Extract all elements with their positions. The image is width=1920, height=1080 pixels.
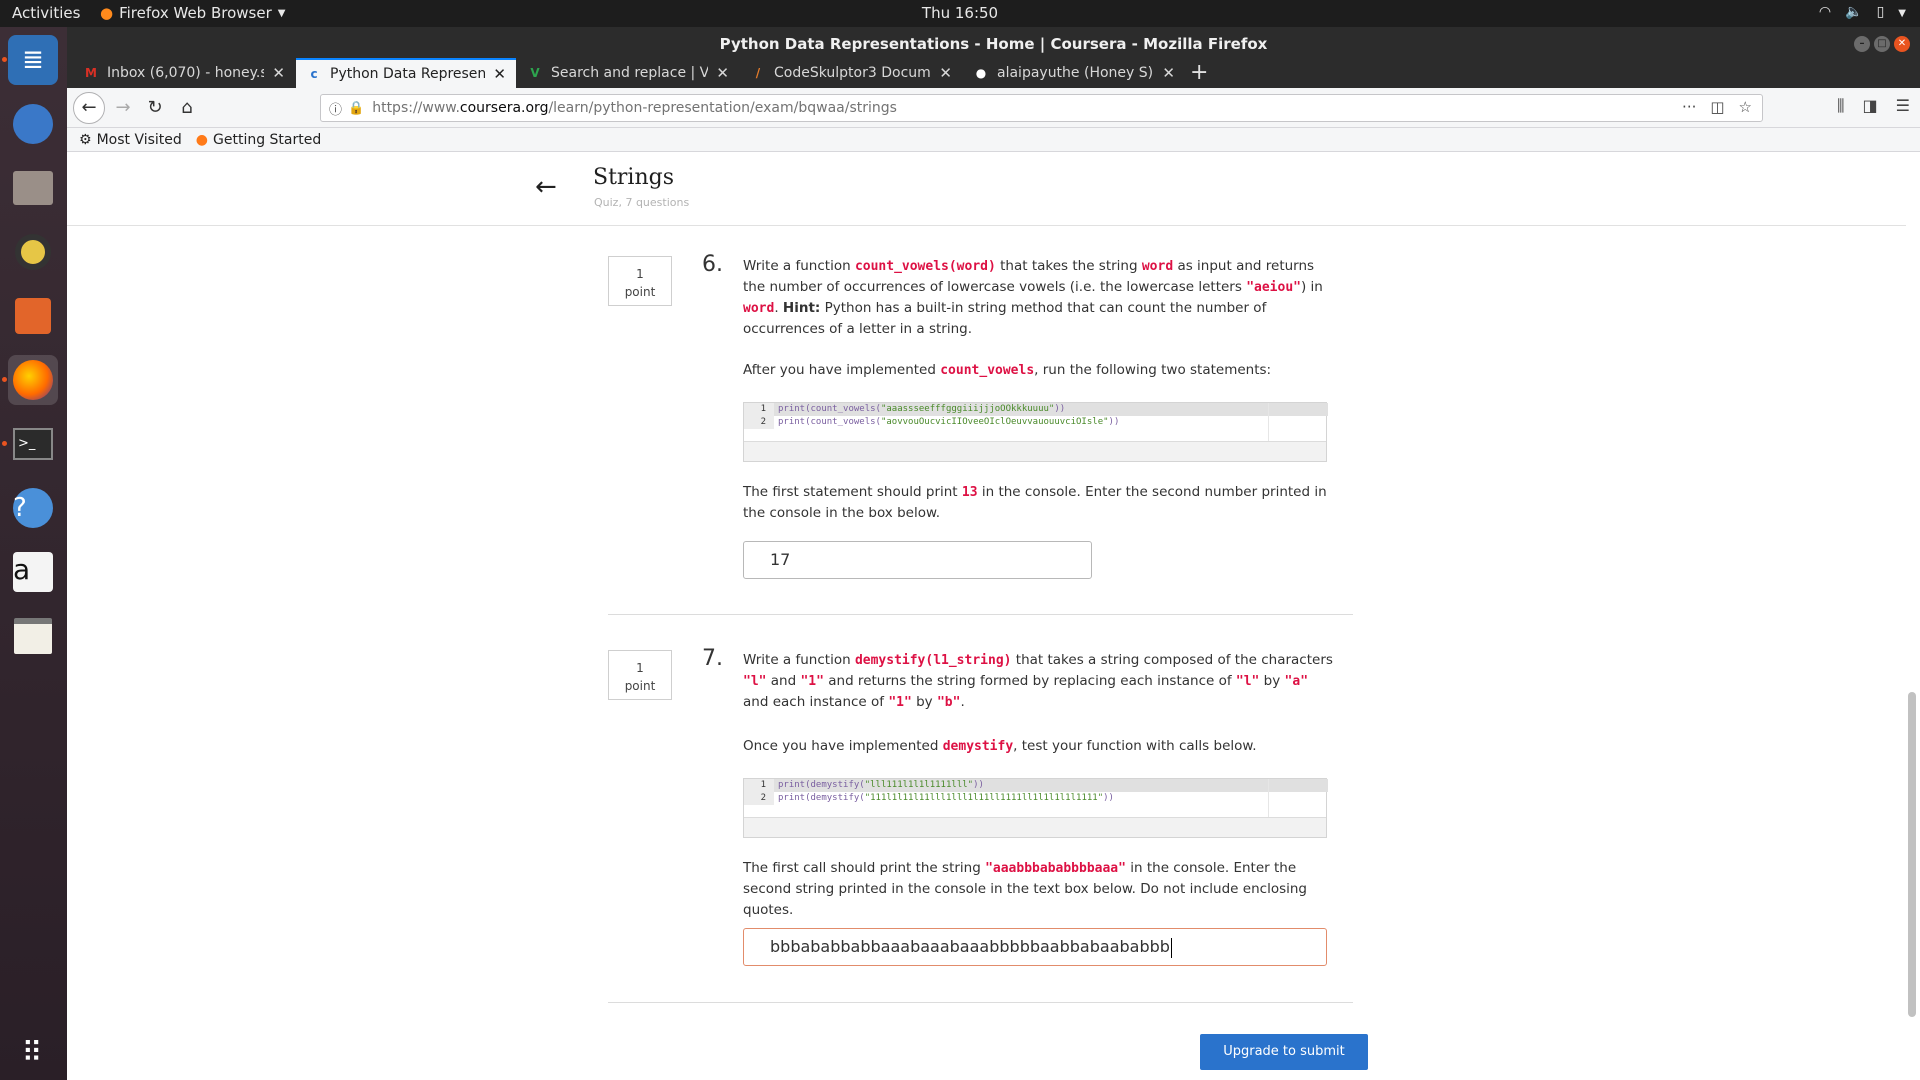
hamburger-menu-icon[interactable]: ☰	[1896, 96, 1910, 116]
thunderbird-icon[interactable]	[8, 99, 58, 149]
editor-footer	[744, 441, 1326, 461]
text-caret	[1170, 937, 1172, 958]
answer-input[interactable]: 17	[743, 541, 1092, 579]
quiz-header: ← Strings Quiz, 7 questions	[67, 152, 1906, 226]
pocket-icon[interactable]: ◫	[1710, 98, 1724, 116]
github-icon: ●	[975, 66, 987, 80]
firefox-icon: ●	[100, 4, 114, 22]
bookmarks-toolbar: ⚙ Most Visited ● Getting Started	[67, 128, 1920, 152]
software-center-icon[interactable]	[8, 291, 58, 341]
code-line: 1 print(count_vowels("aaassseefffgggiiijj…	[744, 403, 1328, 416]
question-number: 6.	[702, 252, 723, 277]
code-line: 2 print(count_vowels("aovvouOucvicIIOveeO…	[744, 416, 1328, 429]
coursera-icon: c	[310, 67, 318, 81]
new-tab-icon[interactable]: +	[1190, 60, 1208, 85]
terminal-icon[interactable]: >_	[2, 419, 58, 469]
tab-github[interactable]: ● alaipayuthe (Honey S) · G ✕	[963, 58, 1185, 88]
tab-python-data-representations[interactable]: c Python Data Representa ✕	[296, 58, 516, 88]
url-text: https://www.coursera.org/learn/python-re…	[372, 100, 897, 116]
amazon-icon[interactable]: a	[8, 547, 58, 597]
volume-icon: 🔈	[1845, 4, 1863, 20]
close-window-icon[interactable]: ✕	[1894, 36, 1910, 52]
bookmark-most-visited[interactable]: ⚙ Most Visited	[79, 132, 182, 148]
window-title: Python Data Representations - Home | Cou…	[719, 35, 1268, 53]
home-icon[interactable]: ⌂	[175, 96, 199, 120]
code-line: 2 print(demystify("111l1l11l11lll1lll1l11…	[744, 792, 1328, 805]
question-instruction: Once you have implemented demystify, tes…	[743, 738, 1257, 754]
url-bar[interactable]: ⓘ 🔒 https://www.coursera.org/learn/pytho…	[320, 94, 1763, 122]
close-tab-icon[interactable]: ✕	[939, 64, 952, 82]
chevron-down-icon: ▼	[277, 7, 286, 19]
divider	[608, 614, 1353, 615]
sidebar-icon[interactable]: ◨	[1863, 96, 1878, 116]
info-icon[interactable]: ⓘ	[329, 99, 342, 118]
wifi-icon: ◠	[1818, 4, 1832, 20]
question-number: 7.	[702, 646, 723, 671]
quiz-subtitle: Quiz, 7 questions	[594, 196, 690, 209]
files-icon[interactable]	[8, 163, 58, 213]
minimize-icon[interactable]: –	[1854, 36, 1870, 52]
page-scrollbar[interactable]	[1908, 692, 1916, 1017]
points-box: 1 point	[608, 650, 672, 700]
close-tab-icon[interactable]: ✕	[1162, 64, 1175, 82]
navigation-toolbar: ← → ↻ ⌂ ⓘ 🔒 https://www.coursera.org/lea…	[67, 88, 1920, 128]
tab-inbox[interactable]: M Inbox (6,070) - honey.san ✕	[73, 58, 295, 88]
maximize-icon[interactable]: □	[1874, 36, 1890, 52]
text-editor-icon[interactable]	[8, 611, 58, 661]
question-prompt: Write a function count_vowels(word) that…	[743, 258, 1323, 337]
help-icon[interactable]: ?	[8, 483, 58, 533]
firefox-icon: ●	[195, 131, 208, 148]
show-applications-icon[interactable]: ⠿	[8, 1027, 58, 1077]
app-menu[interactable]: ● Firefox Web Browser ▼	[100, 4, 285, 22]
bookmark-getting-started[interactable]: ● Getting Started	[196, 132, 321, 148]
codeskulptor-icon: /	[755, 66, 761, 80]
code-editor[interactable]: 1 print(count_vowels("aaassseefffgggiiijj…	[743, 402, 1328, 462]
question-followup: The first call should print the string "…	[743, 860, 1307, 918]
battery-icon: ▯	[1876, 4, 1885, 20]
close-tab-icon[interactable]: ✕	[272, 64, 285, 82]
question-followup: The first statement should print 13 in t…	[743, 484, 1327, 521]
code-line: 1 print(demystify("lll111l1l1l1111lll"))	[744, 779, 1328, 792]
question-instruction: After you have implemented count_vowels,…	[743, 362, 1272, 378]
back-arrow-icon[interactable]: ←	[73, 92, 105, 124]
tab-search-and-replace[interactable]: V Search and replace | Vim ✕	[517, 58, 739, 88]
back-arrow-icon[interactable]: ←	[535, 172, 557, 202]
divider	[608, 1002, 1353, 1003]
bookmark-star-icon[interactable]: ☆	[1739, 98, 1752, 116]
libreoffice-writer-icon[interactable]: ≣	[2, 35, 58, 85]
quiz-title: Strings	[593, 165, 675, 190]
tab-codeskulptor-docs[interactable]: / CodeSkulptor3 Documen ✕	[740, 58, 962, 88]
gear-icon: ⚙	[79, 131, 92, 148]
firefox-icon[interactable]	[2, 355, 58, 405]
reload-icon[interactable]: ↻	[143, 96, 167, 120]
vim-icon: V	[530, 66, 540, 80]
close-tab-icon[interactable]: ✕	[493, 65, 506, 83]
question-prompt: Write a function demystify(l1_string) th…	[743, 652, 1333, 710]
editor-footer	[744, 817, 1326, 837]
system-top-bar: Activities ● Firefox Web Browser ▼ Thu 1…	[0, 0, 1920, 27]
activities-button[interactable]: Activities	[12, 4, 80, 22]
close-tab-icon[interactable]: ✕	[716, 64, 729, 82]
lock-icon: 🔒	[348, 100, 365, 116]
launcher: ≣ >_ ? a ⠿	[0, 27, 67, 1080]
tab-bar: M Inbox (6,070) - honey.san ✕ c Python D…	[67, 54, 1920, 88]
library-icon[interactable]: ⫼	[1837, 96, 1844, 116]
forward-arrow-icon[interactable]: →	[111, 96, 135, 120]
points-box: 1 point	[608, 256, 672, 306]
clock[interactable]: Thu 16:50	[922, 4, 998, 22]
chevron-down-icon: ▼	[1898, 8, 1906, 19]
answer-input[interactable]: bbbababbabbaaabaaabaaabbbbbaabbabaababbb	[743, 928, 1327, 966]
gmail-icon: M	[85, 66, 97, 80]
app-menu-label: Firefox Web Browser	[119, 4, 272, 22]
page-actions-icon[interactable]: ···	[1682, 98, 1696, 116]
system-tray[interactable]: ◠ 🔈 ▯ ▼	[1819, 4, 1906, 23]
rhythmbox-icon[interactable]	[8, 227, 58, 277]
page-content: ← Strings Quiz, 7 questions 1 point 6. W…	[67, 152, 1920, 1080]
code-editor[interactable]: 1 print(demystify("lll111l1l1l1111lll")) …	[743, 778, 1328, 838]
upgrade-to-submit-button[interactable]: Upgrade to submit	[1200, 1034, 1368, 1070]
